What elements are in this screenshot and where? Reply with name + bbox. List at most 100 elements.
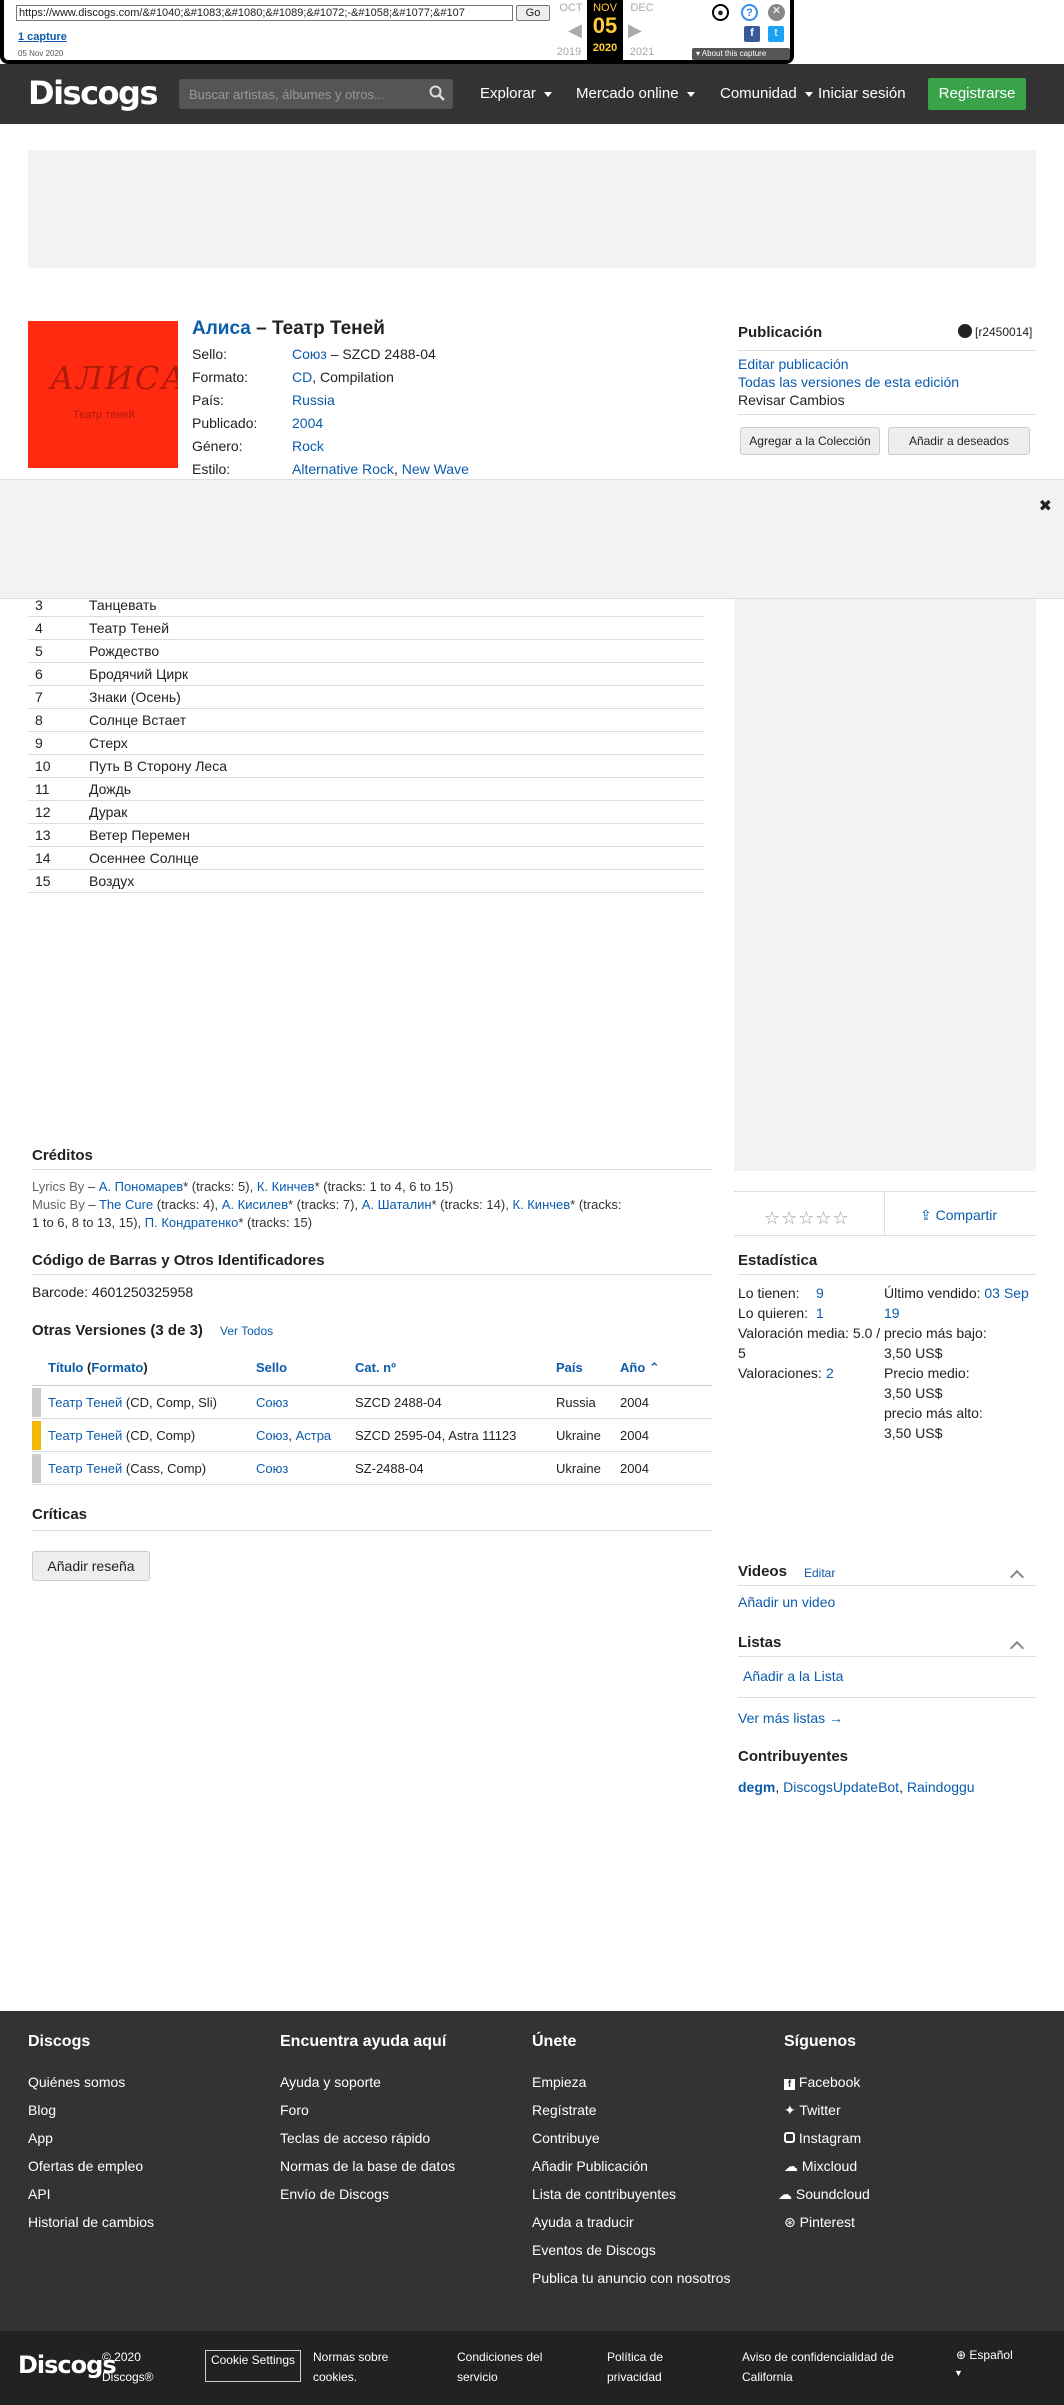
footer-link[interactable]: Regístrate xyxy=(532,2102,597,2118)
col-label-header[interactable]: Sello xyxy=(256,1360,287,1375)
nav-explore[interactable]: Explorar xyxy=(480,85,552,102)
footer-link[interactable]: Ofertas de empleo xyxy=(28,2158,143,2174)
footer-link[interactable]: Publica tu anuncio con nosotros xyxy=(532,2270,730,2286)
stat-ratings-link[interactable]: 2 xyxy=(826,1365,834,1381)
footer-link[interactable]: API xyxy=(28,2186,51,2202)
col-title-link[interactable]: Título xyxy=(48,1360,83,1375)
footer-link[interactable]: Ayuda y soporte xyxy=(280,2074,381,2090)
footer-link[interactable]: App xyxy=(28,2130,53,2146)
discogs-logo[interactable]: Discogs xyxy=(28,74,158,112)
contributor-link[interactable]: Raindoggu xyxy=(907,1779,975,1795)
terms-link[interactable]: Condiciones del servicio xyxy=(457,2347,542,2387)
credit-artist-link[interactable]: А. Пономарев xyxy=(99,1179,183,1194)
help-icon[interactable]: ? xyxy=(741,4,758,21)
version-title-link[interactable]: Театр Теней xyxy=(48,1461,122,1476)
wayback-prev-arrow-icon[interactable]: ◀ xyxy=(568,20,582,41)
footer-link[interactable]: Quiénes somos xyxy=(28,2074,125,2090)
credit-artist-link[interactable]: А. Шаталин xyxy=(362,1197,432,1212)
contributor-link[interactable]: DiscogsUpdateBot xyxy=(783,1779,899,1795)
wayback-url-input[interactable]: https://www.discogs.com/&#1040;&#1083;&#… xyxy=(16,5,513,21)
credit-artist-link[interactable]: The Cure xyxy=(99,1197,153,1212)
add-wantlist-button[interactable]: Añadir a deseados xyxy=(888,427,1030,455)
version-label-link[interactable]: Союз xyxy=(256,1461,288,1476)
wayback-next-year[interactable]: 2021 xyxy=(622,46,662,58)
col-country-header[interactable]: País xyxy=(556,1360,583,1375)
wayback-next-month[interactable]: DEC xyxy=(622,2,662,14)
footer-link[interactable]: Historial de cambios xyxy=(28,2214,154,2230)
contributor-link[interactable]: degm xyxy=(738,1779,775,1795)
footer-link[interactable]: Foro xyxy=(280,2102,309,2118)
see-all-versions-link[interactable]: Ver Todos xyxy=(220,1324,273,1338)
cookie-settings-button[interactable]: Cookie Settings xyxy=(205,2350,301,2382)
more-lists-link[interactable]: Ver más listas → xyxy=(738,1710,843,1726)
add-video-link[interactable]: Añadir un video xyxy=(738,1594,835,1610)
wayback-captures-link[interactable]: 1 capture xyxy=(18,31,67,43)
footer-link[interactable]: Envío de Discogs xyxy=(280,2186,389,2202)
chevron-down-icon[interactable]: ▼ xyxy=(954,2363,963,2383)
footer-link[interactable]: Contribuye xyxy=(532,2130,600,2146)
footer-link[interactable]: Añadir Publicación xyxy=(532,2158,648,2174)
footer-link[interactable]: Teclas de acceso rápido xyxy=(280,2130,430,2146)
register-button[interactable]: Registrarse xyxy=(928,78,1026,110)
search-input[interactable]: Buscar artistas, álbumes y otros... xyxy=(179,79,453,109)
edit-release-link[interactable]: Editar publicación xyxy=(738,356,849,372)
rating-stars[interactable]: ☆☆☆☆☆ xyxy=(764,1208,850,1229)
credit-artist-link[interactable]: А. Кисилев xyxy=(222,1197,288,1212)
release-cover-image[interactable]: АЛИСА Театр теней xyxy=(28,321,178,468)
style-link-2[interactable]: New Wave xyxy=(402,461,469,477)
add-collection-button[interactable]: Agregar a la Colección xyxy=(740,427,880,455)
cookie-policy-link[interactable]: Normas sobre cookies. xyxy=(313,2347,388,2387)
released-link[interactable]: 2004 xyxy=(292,415,323,431)
footer-link[interactable]: Blog xyxy=(28,2102,56,2118)
footer-link-facebook[interactable]: f Facebook xyxy=(784,2074,860,2090)
chevron-up-icon[interactable] xyxy=(1009,1640,1025,1656)
col-title-header[interactable]: Título (Formato) xyxy=(48,1360,148,1375)
footer-link[interactable]: Ayuda a traducir xyxy=(532,2214,634,2230)
last-sold-link-line2[interactable]: 19 xyxy=(884,1303,900,1323)
col-cat-header[interactable]: Cat. nº xyxy=(355,1360,396,1375)
country-link[interactable]: Russia xyxy=(292,392,335,408)
nav-market[interactable]: Mercado online xyxy=(576,85,695,102)
credit-artist-link[interactable]: П. Кондратенко xyxy=(145,1215,239,1230)
footer-link[interactable]: Lista de contribuyentes xyxy=(532,2186,676,2202)
review-changes-link[interactable]: Revisar Cambios xyxy=(738,392,845,408)
footer-link[interactable]: Empieza xyxy=(532,2074,586,2090)
add-review-button[interactable]: Añadir reseña xyxy=(32,1551,150,1581)
wayback-go-button[interactable]: Go xyxy=(516,5,550,21)
footer-link-pinterest[interactable]: ⊛ Pinterest xyxy=(784,2214,855,2231)
search-icon[interactable] xyxy=(429,85,445,101)
footer-link-soundcloud[interactable]: ☁ Soundcloud xyxy=(778,2186,870,2203)
version-title-link[interactable]: Театр Теней xyxy=(48,1428,122,1443)
label-link[interactable]: Союз xyxy=(292,346,327,362)
version-label-link[interactable]: Астра xyxy=(296,1428,332,1443)
wayback-about-button[interactable]: ▾ About this capture xyxy=(692,48,790,60)
footer-link[interactable]: Normas de la base de datos xyxy=(280,2158,455,2174)
close-icon[interactable]: ✕ xyxy=(768,4,785,21)
share-button[interactable]: ⇪ Compartir xyxy=(920,1207,997,1224)
credit-artist-link[interactable]: К. Кинчев xyxy=(257,1179,315,1194)
style-link-1[interactable]: Alternative Rock xyxy=(292,461,394,477)
facebook-share-icon[interactable]: f xyxy=(744,26,760,42)
footer-link[interactable]: Eventos de Discogs xyxy=(532,2242,656,2258)
all-versions-link[interactable]: Todas las versiones de esta edición xyxy=(738,374,959,390)
footer-link-twitter[interactable]: ✦ Twitter xyxy=(784,2102,841,2119)
version-label-link[interactable]: Союз xyxy=(256,1428,288,1443)
close-icon[interactable]: ✖ xyxy=(1039,496,1052,516)
privacy-link[interactable]: Política de privacidad xyxy=(607,2347,663,2387)
version-title-link[interactable]: Театр Теней xyxy=(48,1395,122,1410)
version-label-link[interactable]: Союз xyxy=(256,1395,288,1410)
footer-link-mixcloud[interactable]: ☁ Mixcloud xyxy=(784,2158,857,2175)
user-icon[interactable]: ● xyxy=(712,4,729,21)
wayback-prev-month[interactable]: OCT xyxy=(551,2,591,14)
stat-have-link[interactable]: 9 xyxy=(816,1285,824,1301)
videos-edit-link[interactable]: Editar xyxy=(804,1566,835,1580)
login-link[interactable]: Iniciar sesión xyxy=(818,85,906,102)
california-privacy-link[interactable]: Aviso de confidencialidad de California xyxy=(742,2347,894,2387)
credit-artist-link[interactable]: К. Кинчев xyxy=(512,1197,570,1212)
format-link[interactable]: CD xyxy=(292,369,312,385)
wayback-next-arrow-icon[interactable]: ▶ xyxy=(628,20,642,41)
chevron-up-icon[interactable] xyxy=(1009,1569,1025,1585)
footer-logo[interactable]: Discogs xyxy=(18,2351,117,2379)
stat-want-link[interactable]: 1 xyxy=(816,1305,824,1321)
add-to-list-link[interactable]: Añadir a la Lista xyxy=(743,1668,843,1684)
